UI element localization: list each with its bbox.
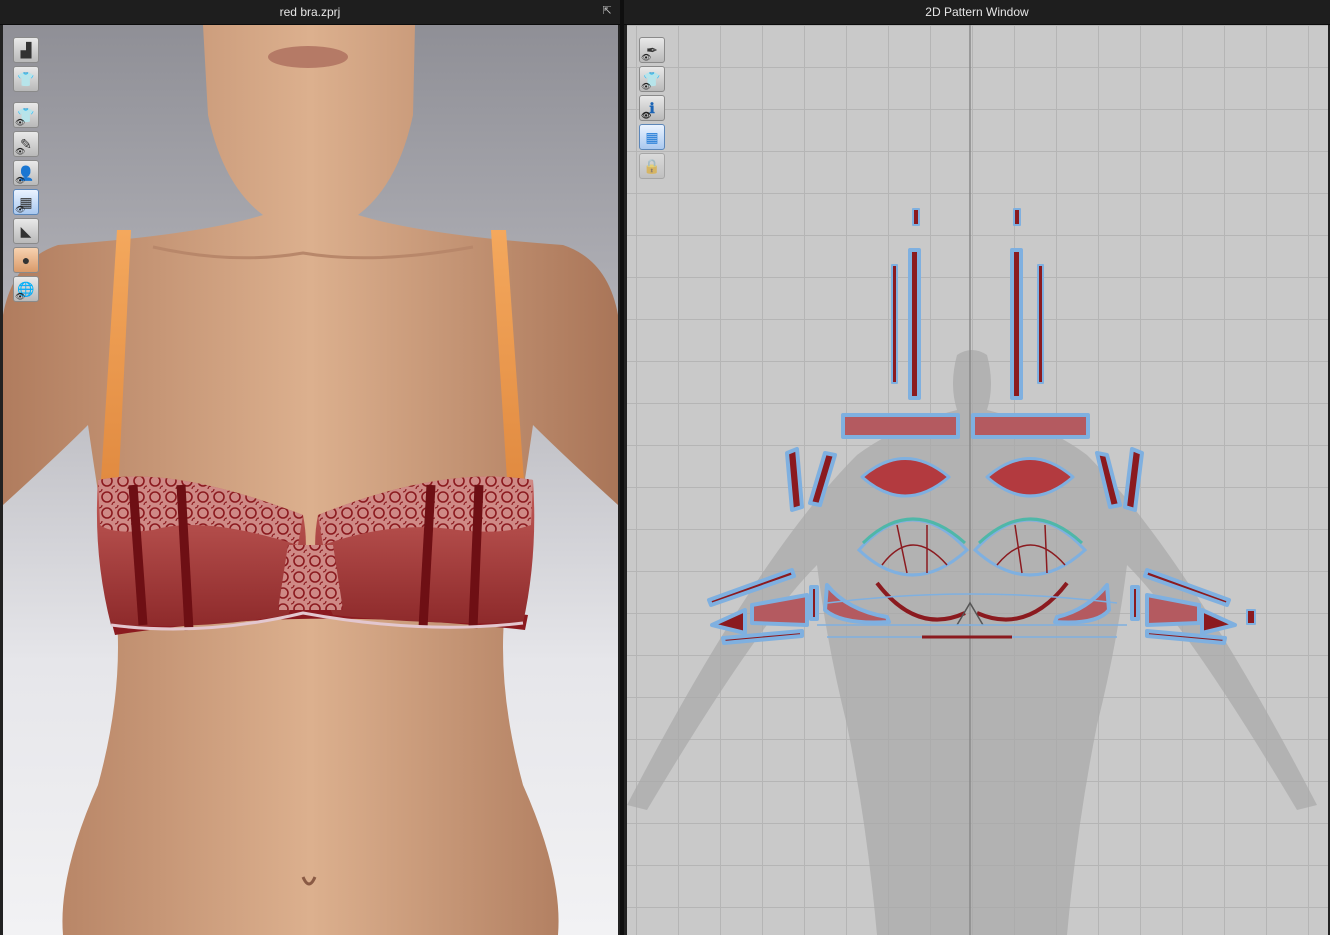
pattern-lace-band-right	[971, 413, 1090, 439]
avatar-shoe-icon[interactable]: ▟	[13, 37, 39, 63]
2d-window-titlebar: 2D Pattern Window	[624, 0, 1330, 25]
3d-garment-window: red bra.zprj ⇱ ▟ 👕 👕 👁 ✎ 👁 👤 👁 ▦ 👁 ◣ ● 🌐…	[0, 0, 620, 935]
pattern-strap-right-2	[1037, 264, 1044, 384]
3d-window-titlebar: red bra.zprj ⇱	[0, 0, 620, 25]
pattern-side-left	[785, 447, 804, 512]
show-garment-icon[interactable]: 👕 👁	[13, 102, 39, 128]
avatar-skin-icon[interactable]: ●	[13, 247, 39, 273]
locked-pattern-icon[interactable]: 🔒	[639, 153, 665, 179]
show-pattern-brush-icon[interactable]: ✎ 👁	[13, 131, 39, 157]
show-pattern-shirt-icon[interactable]: 👕 👁	[639, 66, 665, 92]
3d-window-title: red bra.zprj	[279, 5, 341, 19]
pattern-top-tab-left	[912, 208, 920, 226]
pattern-side-right-2	[1123, 447, 1144, 512]
texture-display-icon[interactable]: ▦ 👁	[13, 189, 39, 215]
garment-shirt-icon[interactable]: 👕	[13, 66, 39, 92]
center-gore-lace	[278, 545, 343, 610]
shoe-display-icon[interactable]: ◣	[13, 218, 39, 244]
2d-pattern-window: 2D Pattern Window ✒ 👁 👕 👁 ℹ 👁 ▦ 🔒	[624, 0, 1330, 935]
pattern-strap-right	[1010, 248, 1023, 400]
right-bone-2	[468, 484, 484, 629]
3d-scene[interactable]	[3, 25, 618, 935]
show-avatar-icon[interactable]: 👤 👁	[13, 160, 39, 186]
info-icon[interactable]: ℹ 👁	[639, 95, 665, 121]
3d-viewport[interactable]: ▟ 👕 👕 👁 ✎ 👁 👤 👁 ▦ 👁 ◣ ● 🌐 👁	[3, 25, 618, 935]
pattern-strap-left	[908, 248, 921, 400]
pattern-top-tab-right	[1013, 208, 1021, 226]
avatar-lips	[268, 46, 348, 68]
3d-display-toolbar: ▟ 👕 👕 👁 ✎ 👁 👤 👁 ▦ 👁 ◣ ● 🌐 👁	[13, 37, 39, 305]
popout-icon[interactable]: ⇱	[600, 4, 614, 18]
pattern-lace-band-left	[841, 413, 960, 439]
2d-display-toolbar: ✒ 👁 👕 👁 ℹ 👁 ▦ 🔒	[639, 37, 665, 182]
texture-display-icon[interactable]: ▦	[639, 124, 665, 150]
2d-pattern-canvas[interactable]: ✒ 👁 👕 👁 ℹ 👁 ▦ 🔒	[627, 25, 1328, 935]
2d-window-title: 2D Pattern Window	[925, 5, 1029, 19]
pattern-side-bone-right	[1130, 585, 1140, 621]
pattern-wing-left-triangle	[710, 608, 747, 635]
globe-display-icon[interactable]: 🌐 👁	[13, 276, 39, 302]
pattern-pen-icon[interactable]: ✒ 👁	[639, 37, 665, 63]
pattern-hook-eye	[1246, 609, 1256, 625]
pattern-scene[interactable]	[627, 25, 1328, 935]
pattern-wing-right-triangle	[1200, 608, 1237, 635]
pattern-side-bone-left	[809, 585, 819, 621]
pattern-strap-left-2	[891, 264, 898, 384]
